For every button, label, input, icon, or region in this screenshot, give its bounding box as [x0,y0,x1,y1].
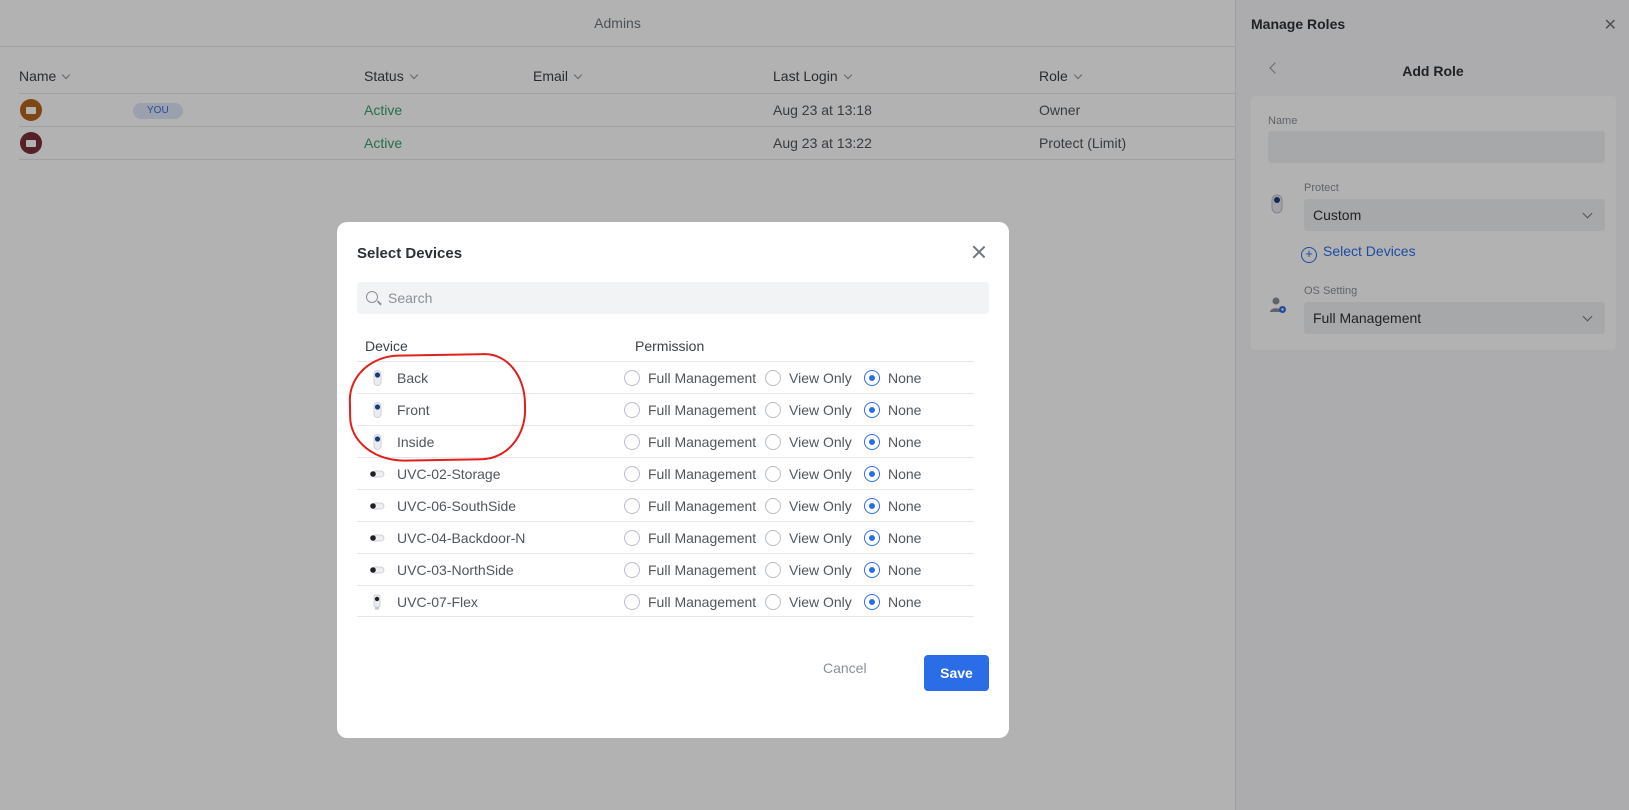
device-row: UVC-02-Storage Full Management View Only No… [357,457,974,489]
permission-option-view-only[interactable]: View Only [765,562,852,578]
radio-button[interactable] [624,530,640,546]
radio-button[interactable] [864,402,880,418]
device-name: Front [397,402,430,418]
device-row: Front Full Management View Only None [357,393,974,425]
permission-option-none[interactable]: None [864,594,921,610]
radio-button[interactable] [864,594,880,610]
permission-option-none[interactable]: None [864,498,921,514]
radio-button[interactable] [765,466,781,482]
bullet-camera-icon [369,530,385,546]
permission-option-view-only[interactable]: View Only [765,434,852,450]
radio-button[interactable] [624,594,640,610]
bullet-camera-icon [369,562,385,578]
permission-column-header: Permission [635,338,705,354]
device-name: UVC-02-Storage [397,466,501,482]
radio-button[interactable] [624,434,640,450]
permission-option-view-only[interactable]: View Only [765,498,852,514]
permission-option-none[interactable]: None [864,466,921,482]
radio-button[interactable] [624,562,640,578]
bullet-camera-icon [369,466,385,482]
doorbell-camera-icon [369,370,385,386]
radio-button[interactable] [864,370,880,386]
radio-button[interactable] [765,498,781,514]
permission-option-full-management[interactable]: Full Management [624,370,756,386]
radio-button[interactable] [624,498,640,514]
permission-option-full-management[interactable]: Full Management [624,466,756,482]
permission-option-none[interactable]: None [864,370,921,386]
radio-button[interactable] [765,402,781,418]
permission-option-full-management[interactable]: Full Management [624,498,756,514]
permission-option-full-management[interactable]: Full Management [624,530,756,546]
device-column-header: Device [365,338,408,354]
permission-option-view-only[interactable]: View Only [765,594,852,610]
radio-button[interactable] [765,530,781,546]
radio-button[interactable] [765,370,781,386]
device-name: UVC-04-Backdoor-N [397,530,526,546]
radio-button[interactable] [624,370,640,386]
modal-title: Select Devices [357,245,463,262]
device-name: Back [397,370,429,386]
device-name: UVC-06-SouthSide [397,498,517,514]
permission-option-view-only[interactable]: View Only [765,530,852,546]
search-icon [366,291,378,303]
flex-camera-icon [369,594,385,610]
doorbell-camera-icon [369,434,385,450]
permission-option-none[interactable]: None [864,434,921,450]
search-box [357,282,989,314]
doorbell-camera-icon [369,402,385,418]
permission-option-none[interactable]: None [864,562,921,578]
radio-button[interactable] [864,530,880,546]
radio-button[interactable] [765,594,781,610]
radio-button[interactable] [624,402,640,418]
device-row: Back Full Management View Only None [357,361,974,393]
close-icon[interactable] [969,242,989,262]
save-button[interactable]: Save [924,655,989,691]
select-devices-modal: Select Devices Device Permission Back Ful… [337,222,1009,738]
device-name: UVC-07-Flex [397,594,478,610]
radio-button[interactable] [765,434,781,450]
permission-option-full-management[interactable]: Full Management [624,562,756,578]
permission-option-full-management[interactable]: Full Management [624,594,756,610]
device-row: Inside Full Management View Only None [357,425,974,457]
permission-option-none[interactable]: None [864,402,921,418]
permission-option-full-management[interactable]: Full Management [624,434,756,450]
radio-button[interactable] [624,466,640,482]
device-name: Inside [397,434,435,450]
permission-option-view-only[interactable]: View Only [765,466,852,482]
radio-button[interactable] [864,562,880,578]
device-row: UVC-06-SouthSide Full Management View Only… [357,489,974,521]
device-row: UVC-04-Backdoor-N Full Management View Onl… [357,521,974,553]
permission-option-view-only[interactable]: View Only [765,370,852,386]
permission-option-view-only[interactable]: View Only [765,402,852,418]
device-row: UVC-03-NorthSide Full Management View Only… [357,553,974,585]
radio-button[interactable] [765,562,781,578]
device-name: UVC-03-NorthSide [397,562,514,578]
bullet-camera-icon [369,498,385,514]
radio-button[interactable] [864,434,880,450]
permission-option-none[interactable]: None [864,530,921,546]
radio-button[interactable] [864,466,880,482]
search-input[interactable] [388,282,978,314]
cancel-button[interactable]: Cancel [823,660,867,676]
device-list: Back Full Management View Only None Front Ful… [357,361,974,617]
device-row: UVC-07-Flex Full Management View Only None [357,585,974,617]
radio-button[interactable] [864,498,880,514]
permission-option-full-management[interactable]: Full Management [624,402,756,418]
